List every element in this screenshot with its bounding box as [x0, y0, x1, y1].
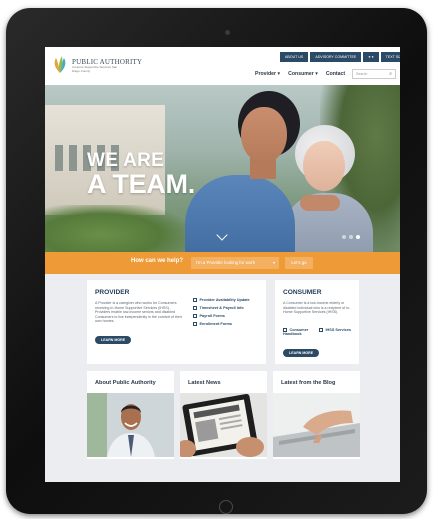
bush-background: [45, 205, 185, 252]
provider-link[interactable]: Provider Availability Update: [193, 298, 250, 302]
chevron-down-icon: ▾: [315, 71, 318, 77]
main-nav: Provider ▾ Consumer ▾ Contact: [255, 71, 345, 77]
nav-provider-label: Provider: [255, 71, 277, 77]
chevron-down-icon: ▾: [272, 260, 275, 265]
blog-tile[interactable]: Latest from the Blog: [273, 371, 360, 459]
brand-subtitle: In-Home Supportive Services San Diego Co…: [72, 65, 118, 73]
provider-links: Provider Availability Update Timesheet &…: [193, 298, 250, 330]
document-icon: [193, 298, 197, 302]
provider-card: PROVIDER A Provider is a caregiver who w…: [87, 280, 266, 364]
provider-link-label: Payroll Forms: [199, 314, 225, 318]
home-button[interactable]: [219, 500, 233, 514]
carousel-dot[interactable]: [342, 235, 346, 239]
newspaper-tablet-photo: [180, 393, 267, 457]
hero-title-line1: WE ARE: [87, 150, 165, 171]
news-tile-title: Latest News: [188, 380, 221, 386]
provider-link[interactable]: Timesheet & Payroll Info: [193, 306, 250, 310]
nav-consumer-label: Consumer: [288, 71, 314, 77]
consumer-link-label: Consumer Handbook: [283, 328, 309, 336]
help-select[interactable]: I'm a Provider looking for work ▾: [191, 257, 279, 269]
search-icon[interactable]: ⌕: [389, 70, 392, 79]
advisory-committee-link[interactable]: ADVISORY COMMITTEE: [310, 52, 362, 62]
twitter-icon[interactable]: ●: [372, 55, 374, 59]
hero-title-line2: A TEAM.: [87, 169, 195, 199]
lets-go-button[interactable]: Let's go: [285, 257, 313, 269]
caregiver-body: [185, 175, 295, 252]
document-icon: [319, 328, 323, 332]
caregiver-hand: [300, 195, 340, 211]
chevron-down-icon: ▾: [277, 71, 281, 77]
search-placeholder: Search: [356, 72, 368, 76]
about-tile[interactable]: About Public Authority: [87, 371, 174, 459]
facebook-icon[interactable]: ●: [368, 55, 370, 59]
nav-provider[interactable]: Provider ▾: [255, 71, 280, 77]
consumer-card: CONSUMER A Consumer is a low-income elde…: [275, 280, 359, 364]
provider-learn-more-button[interactable]: LEARN MORE: [95, 336, 132, 344]
provider-link-label: Timesheet & Payroll Info: [199, 306, 244, 310]
site-header: PUBLIC AUTHORITY In-Home Supportive Serv…: [45, 47, 400, 85]
man-photo: [87, 393, 174, 457]
caregiver-face: [241, 107, 287, 163]
utility-bar: ABOUT US ADVISORY COMMITTEE ● ● TEXT SIZ…: [280, 52, 400, 62]
consumer-link[interactable]: Consumer Handbook: [283, 328, 313, 336]
help-select-value: I'm a Provider looking for work: [196, 260, 255, 265]
tablet-screen: PUBLIC AUTHORITY In-Home Supportive Serv…: [45, 47, 400, 482]
provider-text: A Provider is a caregiver who works for …: [95, 301, 182, 324]
help-band: How can we help? I'm a Provider looking …: [45, 252, 400, 274]
consumer-title: CONSUMER: [283, 289, 322, 296]
search-input[interactable]: Search ⌕: [352, 69, 396, 79]
about-us-link[interactable]: ABOUT US: [280, 52, 309, 62]
about-tile-title: About Public Authority: [95, 380, 156, 386]
carousel-dot[interactable]: [349, 235, 353, 239]
carousel-dots: [342, 235, 360, 239]
document-icon: [193, 314, 197, 318]
keyboard-photo: [273, 393, 360, 457]
provider-link[interactable]: Payroll Forms: [193, 314, 250, 318]
help-question: How can we help?: [131, 258, 184, 264]
social-icons: ● ●: [363, 52, 379, 62]
provider-title: PROVIDER: [95, 289, 130, 296]
blog-tile-title: Latest from the Blog: [281, 380, 336, 386]
document-icon: [283, 328, 287, 332]
document-icon: [193, 306, 197, 310]
news-tile[interactable]: Latest News: [180, 371, 267, 459]
hero-banner: WE ARE A TEAM.: [45, 85, 400, 252]
consumer-learn-more-button[interactable]: LEARN MORE: [283, 349, 320, 357]
provider-link[interactable]: Enrollment Forms: [193, 322, 250, 326]
consumer-text: A Consumer is a low-income elderly or di…: [283, 301, 351, 315]
logo-icon[interactable]: [51, 55, 69, 75]
camera-dot: [225, 30, 230, 35]
provider-link-label: Enrollment Forms: [199, 322, 233, 326]
consumer-link-label: IHSS Services: [325, 328, 352, 332]
elder-woman-face: [303, 141, 345, 191]
consumer-link[interactable]: IHSS Services: [319, 328, 351, 336]
provider-link-label: Provider Availability Update: [199, 298, 250, 302]
nav-consumer[interactable]: Consumer ▾: [288, 71, 318, 77]
consumer-links: Consumer Handbook IHSS Services: [283, 328, 351, 340]
document-icon: [193, 322, 197, 326]
carousel-dot-active[interactable]: [356, 235, 360, 239]
nav-contact[interactable]: Contact: [326, 71, 345, 77]
text-size-control[interactable]: TEXT SIZE: [380, 52, 400, 62]
